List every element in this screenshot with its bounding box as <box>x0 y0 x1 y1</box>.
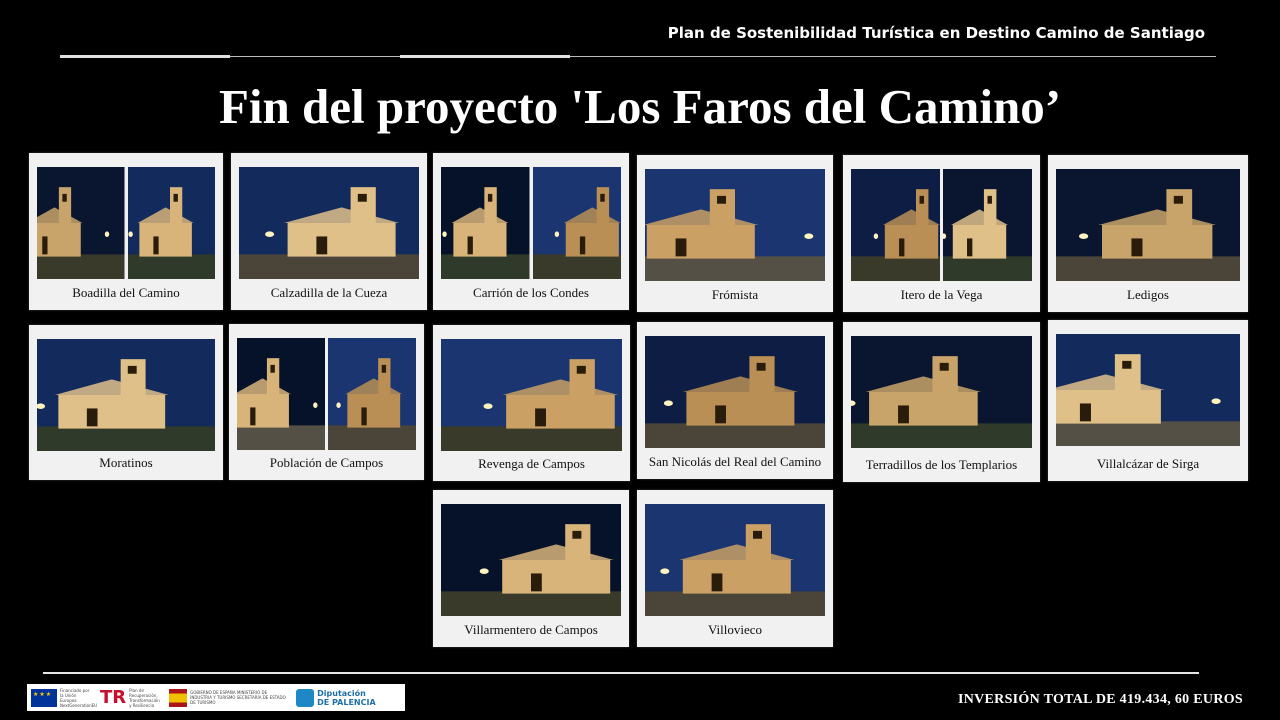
night-church-image <box>127 167 215 279</box>
card-label: Terradillos de los Templarios <box>865 457 1018 472</box>
spain-government-logo: GOBIERNO DE ESPAÑA MINISTERIO DE INDUSTR… <box>169 686 290 709</box>
funding-logos: Financiado por la Unión Europea NextGene… <box>27 684 405 711</box>
card-label: Villovieco <box>707 622 763 637</box>
card-label: Frómista <box>711 287 759 302</box>
photo-card: Frómista <box>637 155 833 312</box>
recovery-plan-logo: TR Plan de Recuperación, Transformación … <box>100 686 163 709</box>
card-label: Boadilla del Camino <box>72 285 180 300</box>
night-church-image <box>441 339 622 451</box>
night-church-image <box>645 169 825 281</box>
night-church-image <box>239 167 419 279</box>
card-photo <box>37 167 215 279</box>
total-investment: INVERSIÓN TOTAL DE 419.434, 60 EUROS <box>957 692 1243 707</box>
photo-card: Moratinos <box>29 325 223 480</box>
night-church-image <box>645 504 825 616</box>
top-divider <box>60 55 1216 58</box>
night-church-image <box>943 169 1032 281</box>
night-church-image <box>37 339 215 451</box>
photo-card: Ledigos <box>1048 155 1248 312</box>
card-label: Moratinos <box>99 455 153 470</box>
photo-card: Revenga de Campos <box>433 325 630 481</box>
night-church-image <box>851 169 940 281</box>
diputacion-logo: Diputación DE PALENCIA <box>296 686 377 709</box>
card-photo <box>37 339 215 451</box>
diputacion-icon <box>296 688 315 707</box>
photo-card: Terradillos de los Templarios <box>843 322 1040 482</box>
card-photo <box>851 169 1032 281</box>
photo-card: Calzadilla de la Cueza <box>231 153 427 310</box>
eu-logo: Financiado por la Unión Europea NextGene… <box>31 686 98 709</box>
card-photo <box>645 169 825 281</box>
card-label: Villalcázar de Sirga <box>1096 456 1200 471</box>
card-label: Revenga de Campos <box>478 456 585 471</box>
eu-logo-text: Financiado por la Unión Europea NextGene… <box>60 687 98 708</box>
diputacion-text: Diputación DE PALENCIA <box>317 688 376 707</box>
card-photo <box>441 504 621 616</box>
spain-government-icon <box>169 688 188 707</box>
night-church-image <box>328 338 416 450</box>
photo-card: Boadilla del Camino <box>29 153 223 310</box>
card-photo <box>851 336 1032 448</box>
photo-card: San Nicolás del Real del Camino <box>637 322 833 479</box>
photo-card: Villarmentero de Campos <box>433 490 629 647</box>
card-label: Calzadilla de la Cueza <box>270 285 388 300</box>
card-photo <box>237 338 416 450</box>
card-label: Villarmentero de Campos <box>464 622 598 637</box>
card-photo <box>1056 169 1240 281</box>
recovery-plan-text: Plan de Recuperación, Transformación y R… <box>129 687 160 708</box>
eu-flag-icon <box>31 688 57 707</box>
card-label: San Nicolás del Real del Camino <box>648 454 822 469</box>
spain-government-text: GOBIERNO DE ESPAÑA MINISTERIO DE INDUSTR… <box>190 690 286 705</box>
night-church-image <box>441 504 621 616</box>
card-label: Carrión de los Condes <box>473 285 589 300</box>
card-photo <box>441 167 621 279</box>
card-label: Itero de la Vega <box>900 287 983 302</box>
card-photo <box>441 339 622 451</box>
card-photo <box>645 504 825 616</box>
photo-card: Itero de la Vega <box>843 155 1040 312</box>
night-church-image <box>645 336 825 448</box>
card-photo <box>239 167 419 279</box>
night-church-image <box>441 167 530 279</box>
photo-card: Carrión de los Condes <box>433 153 629 310</box>
photo-card: Población de Campos <box>229 324 424 480</box>
card-label: Ledigos <box>1127 287 1169 302</box>
night-church-image <box>1056 169 1240 281</box>
night-church-image <box>37 167 125 279</box>
night-church-image <box>532 167 621 279</box>
photo-card: Villovieco <box>637 490 833 647</box>
card-photo <box>1056 334 1240 446</box>
page-title: Fin del proyecto 'Los Faros del Camino’ <box>218 79 1062 134</box>
night-church-image <box>237 338 325 450</box>
program-title: Plan de Sostenibilidad Turística en Dest… <box>667 24 1205 42</box>
night-church-image <box>1056 334 1240 446</box>
card-label: Población de Campos <box>269 455 384 470</box>
photo-card: Villalcázar de Sirga <box>1048 320 1248 481</box>
recovery-plan-icon: TR <box>100 687 127 708</box>
bottom-divider <box>43 672 1199 674</box>
night-church-image <box>851 336 1032 448</box>
card-photo <box>645 336 825 448</box>
